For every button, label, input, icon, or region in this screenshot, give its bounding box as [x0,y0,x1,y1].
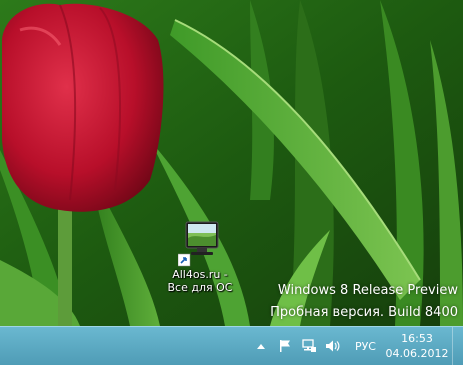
action-center-flag-icon[interactable] [274,335,296,357]
desktop[interactable]: All4os.ru - Все для ОС Windows 8 Release… [0,0,463,326]
network-icon[interactable] [298,335,320,357]
shortcut-label-line1: All4os.ru - [172,268,228,281]
clock[interactable]: 16:53 04.06.2012 [382,331,452,361]
clock-date: 04.06.2012 [385,347,449,360]
monitor-shortcut-icon [177,218,222,268]
volume-icon[interactable] [322,335,344,357]
desktop-shortcut-all4os[interactable]: All4os.ru - Все для ОС [160,218,240,294]
show-desktop-button[interactable] [452,327,463,365]
shortcut-label-line2: Все для ОС [167,281,233,294]
input-language-indicator[interactable]: РУС [355,340,376,353]
clock-time: 16:53 [401,332,433,345]
notification-area: РУС 16:53 04.06.2012 [249,327,463,365]
build-watermark-title: Windows 8 Release Preview [277,283,458,298]
show-hidden-icons-arrow-icon[interactable] [250,335,272,357]
taskbar[interactable]: РУС 16:53 04.06.2012 [0,326,463,365]
build-watermark-version: Пробная версия. Build 8400 [270,305,458,320]
